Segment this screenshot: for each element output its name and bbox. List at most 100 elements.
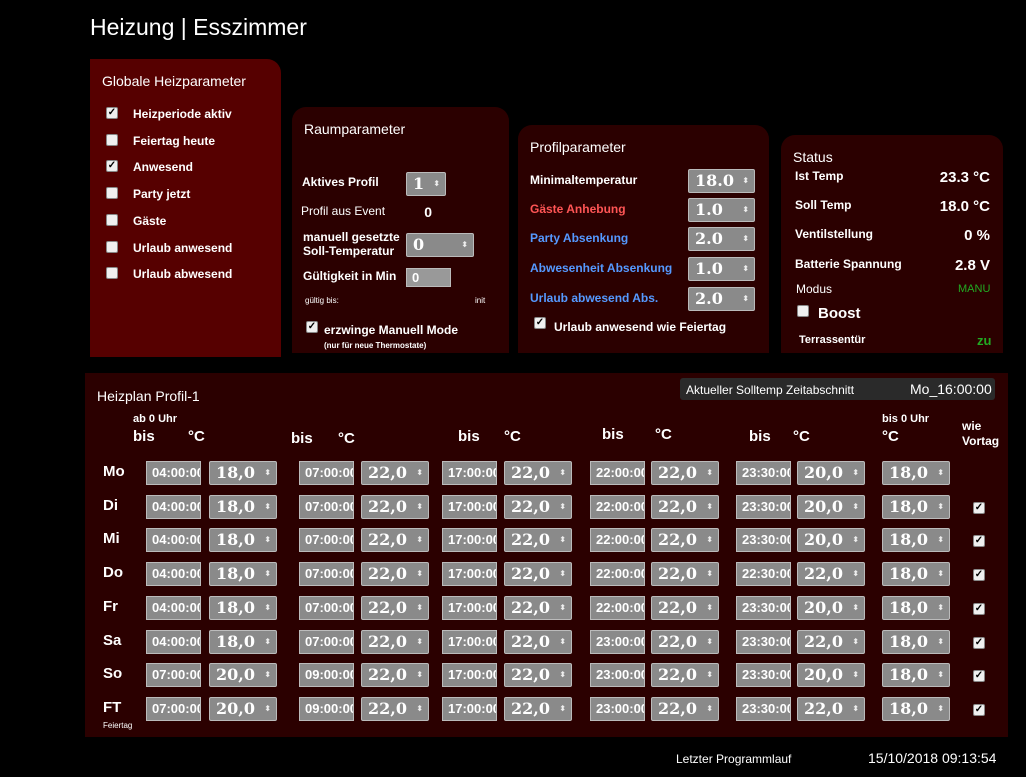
global-checkbox[interactable] <box>106 267 118 280</box>
plan-temp-select[interactable]: 18,0 ⬍ <box>209 562 277 587</box>
plan-time-input[interactable]: 17:00:00 <box>442 696 497 721</box>
plan-time-input[interactable]: 04:00:00 <box>146 595 201 620</box>
plan-temp-select[interactable]: 22,0 ⬍ <box>361 528 429 553</box>
plan-temp-select[interactable]: 22,0 ⬍ <box>361 461 429 485</box>
validity-input[interactable]: 0 <box>406 268 451 287</box>
plan-time-input[interactable]: 23:30:00 <box>736 663 791 688</box>
plan-temp-select[interactable]: 22,0 ⬍ <box>361 562 429 587</box>
plan-time-input[interactable]: 22:00:00 <box>590 528 645 553</box>
profile-param-select[interactable]: 18.0 ⬍ <box>688 169 755 193</box>
boost-checkbox[interactable] <box>797 305 809 317</box>
plan-temp-select[interactable]: 22,0 ⬍ <box>504 629 572 654</box>
plan-wie-vortag-checkbox[interactable]: ✓ <box>973 602 985 615</box>
plan-temp-select[interactable]: 22,0 ⬍ <box>651 663 719 688</box>
profile-param-select[interactable]: 1.0 ⬍ <box>688 257 755 281</box>
plan-wie-vortag-checkbox[interactable]: ✓ <box>973 535 985 548</box>
plan-time-input[interactable]: 04:00:00 <box>146 494 201 519</box>
profile-param-select[interactable]: 2.0 ⬍ <box>688 287 755 311</box>
plan-time-input[interactable]: 23:30:00 <box>736 595 791 620</box>
plan-time-input[interactable]: 09:00:00 <box>299 663 354 688</box>
plan-time-input[interactable]: 04:00:00 <box>146 461 201 485</box>
plan-temp-select[interactable]: 18,0 ⬍ <box>882 595 950 620</box>
global-checkbox[interactable] <box>106 187 118 200</box>
plan-time-input[interactable]: 17:00:00 <box>442 494 497 519</box>
plan-time-input[interactable]: 07:00:00 <box>299 595 354 620</box>
plan-temp-select[interactable]: 18,0 ⬍ <box>209 528 277 553</box>
plan-wie-vortag-checkbox[interactable]: ✓ <box>973 569 985 582</box>
plan-temp-select[interactable]: 22,0 ⬍ <box>504 562 572 587</box>
plan-time-input[interactable]: 23:00:00 <box>590 663 645 688</box>
plan-temp-select[interactable]: 22,0 ⬍ <box>504 461 572 485</box>
plan-temp-select[interactable]: 18,0 ⬍ <box>882 461 950 485</box>
plan-temp-select[interactable]: 20,0 ⬍ <box>797 494 865 519</box>
plan-temp-select[interactable]: 22,0 ⬍ <box>797 629 865 654</box>
plan-time-input[interactable]: 23:30:00 <box>736 696 791 721</box>
plan-time-input[interactable]: 07:00:00 <box>146 696 201 721</box>
plan-temp-select[interactable]: 18,0 ⬍ <box>882 528 950 553</box>
plan-temp-select[interactable]: 22,0 ⬍ <box>504 595 572 620</box>
plan-temp-select[interactable]: 22,0 ⬍ <box>651 629 719 654</box>
plan-temp-select[interactable]: 20,0 ⬍ <box>797 663 865 688</box>
global-checkbox[interactable] <box>106 240 118 253</box>
plan-temp-select[interactable]: 22,0 ⬍ <box>651 461 719 485</box>
manual-temp-select[interactable]: 0 ⬍ <box>406 233 474 257</box>
global-checkbox[interactable]: ✓ <box>106 107 118 119</box>
plan-time-input[interactable]: 17:00:00 <box>442 528 497 553</box>
global-checkbox[interactable] <box>106 213 118 226</box>
plan-temp-select[interactable]: 22,0 ⬍ <box>504 528 572 553</box>
urlaub-feiertag-checkbox[interactable]: ✓ <box>534 317 546 329</box>
active-profile-select[interactable]: 1 ⬍ <box>406 172 446 196</box>
plan-time-input[interactable]: 04:00:00 <box>146 562 201 587</box>
plan-time-input[interactable]: 23:30:00 <box>736 494 791 519</box>
plan-temp-select[interactable]: 22,0 ⬍ <box>504 663 572 688</box>
plan-temp-select[interactable]: 20,0 ⬍ <box>209 696 277 721</box>
plan-time-input[interactable]: 04:00:00 <box>146 528 201 553</box>
plan-temp-select[interactable]: 18,0 ⬍ <box>882 494 950 519</box>
force-manual-checkbox[interactable]: ✓ <box>306 321 318 333</box>
plan-time-input[interactable]: 07:00:00 <box>299 562 354 587</box>
plan-temp-select[interactable]: 22,0 ⬍ <box>797 696 865 721</box>
plan-temp-select[interactable]: 18,0 ⬍ <box>209 629 277 654</box>
plan-temp-select[interactable]: 22,0 ⬍ <box>651 494 719 519</box>
plan-temp-select[interactable]: 18,0 ⬍ <box>882 629 950 654</box>
plan-time-input[interactable]: 23:30:00 <box>736 629 791 654</box>
profile-param-select[interactable]: 1.0 ⬍ <box>688 198 755 222</box>
plan-time-input[interactable]: 17:00:00 <box>442 629 497 654</box>
plan-temp-select[interactable]: 22,0 ⬍ <box>651 562 719 587</box>
plan-temp-select[interactable]: 22,0 ⬍ <box>361 494 429 519</box>
plan-temp-select[interactable]: 18,0 ⬍ <box>882 562 950 587</box>
plan-time-input[interactable]: 09:00:00 <box>299 696 354 721</box>
plan-time-input[interactable]: 23:00:00 <box>590 696 645 721</box>
plan-time-input[interactable]: 22:00:00 <box>590 494 645 519</box>
plan-wie-vortag-checkbox[interactable]: ✓ <box>973 670 985 683</box>
plan-time-input[interactable]: 22:00:00 <box>590 595 645 620</box>
plan-time-input[interactable]: 07:00:00 <box>299 629 354 654</box>
plan-time-input[interactable]: 23:30:00 <box>736 461 791 485</box>
plan-time-input[interactable]: 23:00:00 <box>590 629 645 654</box>
plan-time-input[interactable]: 23:30:00 <box>736 528 791 553</box>
plan-temp-select[interactable]: 18,0 ⬍ <box>209 494 277 519</box>
plan-time-input[interactable]: 17:00:00 <box>442 595 497 620</box>
plan-temp-select[interactable]: 20,0 ⬍ <box>209 663 277 688</box>
plan-temp-select[interactable]: 22,0 ⬍ <box>361 696 429 721</box>
plan-time-input[interactable]: 07:00:00 <box>146 663 201 688</box>
plan-temp-select[interactable]: 22,0 ⬍ <box>361 663 429 688</box>
plan-temp-select[interactable]: 22,0 ⬍ <box>651 595 719 620</box>
plan-temp-select[interactable]: 18,0 ⬍ <box>209 461 277 485</box>
plan-wie-vortag-checkbox[interactable]: ✓ <box>973 501 985 514</box>
plan-time-input[interactable]: 22:30:00 <box>736 562 791 587</box>
plan-temp-select[interactable]: 18,0 ⬍ <box>209 595 277 620</box>
plan-temp-select[interactable]: 22,0 ⬍ <box>797 562 865 587</box>
plan-time-input[interactable]: 22:00:00 <box>590 562 645 587</box>
plan-time-input[interactable]: 17:00:00 <box>442 461 497 485</box>
global-checkbox[interactable]: ✓ <box>106 160 118 173</box>
plan-time-input[interactable]: 17:00:00 <box>442 562 497 587</box>
plan-temp-select[interactable]: 20,0 ⬍ <box>797 461 865 485</box>
plan-temp-select[interactable]: 18,0 ⬍ <box>882 663 950 688</box>
plan-temp-select[interactable]: 18,0 ⬍ <box>882 696 950 721</box>
plan-time-input[interactable]: 17:00:00 <box>442 663 497 688</box>
plan-temp-select[interactable]: 22,0 ⬍ <box>361 629 429 654</box>
plan-temp-select[interactable]: 22,0 ⬍ <box>504 696 572 721</box>
plan-time-input[interactable]: 04:00:00 <box>146 629 201 654</box>
plan-temp-select[interactable]: 22,0 ⬍ <box>504 494 572 519</box>
